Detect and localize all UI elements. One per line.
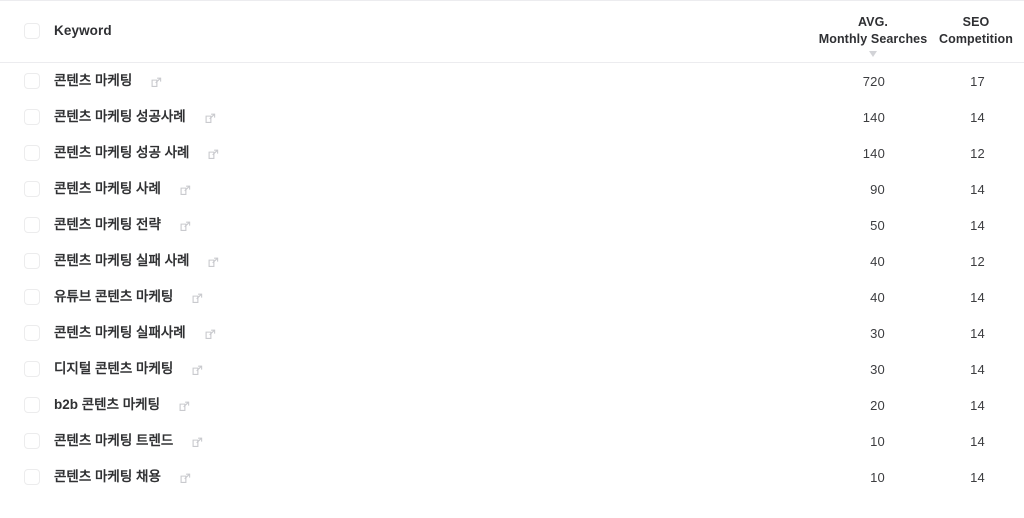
- seo-competition-cell: 14: [970, 433, 985, 449]
- row-select-checkbox[interactable]: [24, 325, 40, 341]
- seo-competition-cell: 17: [970, 73, 985, 89]
- row-select-checkbox[interactable]: [24, 289, 40, 305]
- keyword-results-table: Keyword AVG. Monthly Searches SEO Compet…: [0, 0, 1024, 495]
- table-row: 콘텐츠 마케팅 720 17: [0, 63, 1024, 99]
- keyword-label: 콘텐츠 마케팅 성공사례: [54, 109, 186, 125]
- keyword-label: 콘텐츠 마케팅 트렌드: [54, 433, 174, 449]
- keyword-label: 콘텐츠 마케팅: [54, 73, 133, 89]
- external-link-icon[interactable]: [192, 437, 203, 448]
- seo-competition-label-line1: SEO: [962, 15, 990, 29]
- keyword-label: 디지털 콘텐츠 마케팅: [54, 361, 174, 377]
- avg-monthly-searches-cell: 10: [870, 433, 885, 449]
- table-row: 콘텐츠 마케팅 전략 50 14: [0, 207, 1024, 243]
- keyword-label: 콘텐츠 마케팅 실패 사례: [54, 253, 190, 269]
- keyword-column-label: Keyword: [54, 23, 112, 39]
- keyword-cell: 디지털 콘텐츠 마케팅: [24, 351, 203, 387]
- row-select-checkbox[interactable]: [24, 433, 40, 449]
- keyword-cell: 콘텐츠 마케팅: [24, 63, 162, 99]
- table-row: b2b 콘텐츠 마케팅 20 14: [0, 387, 1024, 423]
- seo-competition-cell: 14: [970, 289, 985, 305]
- seo-competition-cell: 14: [970, 361, 985, 377]
- seo-competition-cell: 14: [970, 469, 985, 485]
- table-row: 콘텐츠 마케팅 성공 사례 140 12: [0, 135, 1024, 171]
- external-link-icon[interactable]: [180, 221, 191, 232]
- table-body: 콘텐츠 마케팅 720 17 콘텐츠 마케팅 성공사례 140 14 콘텐츠 마…: [0, 63, 1024, 495]
- external-link-icon[interactable]: [192, 365, 203, 376]
- table-row: 유튜브 콘텐츠 마케팅 40 14: [0, 279, 1024, 315]
- external-link-icon[interactable]: [208, 257, 219, 268]
- seo-competition-cell: 14: [970, 397, 985, 413]
- row-select-checkbox[interactable]: [24, 73, 40, 89]
- avg-monthly-searches-cell: 10: [870, 469, 885, 485]
- seo-competition-cell: 14: [970, 181, 985, 197]
- external-link-icon[interactable]: [180, 473, 191, 484]
- seo-competition-column-header[interactable]: SEO Competition: [926, 14, 1024, 48]
- external-link-icon[interactable]: [151, 77, 162, 88]
- caret-down-icon[interactable]: [869, 51, 877, 57]
- table-row: 콘텐츠 마케팅 채용 10 14: [0, 459, 1024, 495]
- avg-monthly-searches-cell: 140: [862, 145, 885, 161]
- external-link-icon[interactable]: [180, 185, 191, 196]
- row-select-checkbox[interactable]: [24, 253, 40, 269]
- table-row: 콘텐츠 마케팅 실패 사례 40 12: [0, 243, 1024, 279]
- row-select-checkbox[interactable]: [24, 109, 40, 125]
- row-select-checkbox[interactable]: [24, 181, 40, 197]
- table-row: 콘텐츠 마케팅 트렌드 10 14: [0, 423, 1024, 459]
- table-row: 디지털 콘텐츠 마케팅 30 14: [0, 351, 1024, 387]
- table-row: 콘텐츠 마케팅 사례 90 14: [0, 171, 1024, 207]
- avg-monthly-searches-cell: 20: [870, 397, 885, 413]
- avg-monthly-searches-cell: 30: [870, 361, 885, 377]
- keyword-label: 콘텐츠 마케팅 성공 사례: [54, 145, 190, 161]
- seo-competition-cell: 12: [970, 253, 985, 269]
- row-select-checkbox[interactable]: [24, 217, 40, 233]
- table-row: 콘텐츠 마케팅 실패사례 30 14: [0, 315, 1024, 351]
- keyword-label: 콘텐츠 마케팅 실패사례: [54, 325, 186, 341]
- keyword-cell: 콘텐츠 마케팅 채용: [24, 459, 191, 495]
- seo-competition-cell: 14: [970, 217, 985, 233]
- row-select-checkbox[interactable]: [24, 397, 40, 413]
- avg-monthly-searches-cell: 30: [870, 325, 885, 341]
- keyword-cell: b2b 콘텐츠 마케팅: [24, 387, 190, 423]
- table-row: 콘텐츠 마케팅 성공사례 140 14: [0, 99, 1024, 135]
- avg-monthly-searches-cell: 40: [870, 253, 885, 269]
- keyword-label: 콘텐츠 마케팅 채용: [54, 469, 161, 485]
- row-select-checkbox[interactable]: [24, 361, 40, 377]
- external-link-icon[interactable]: [192, 293, 203, 304]
- keyword-cell: 콘텐츠 마케팅 성공사례: [24, 99, 216, 135]
- table-header-row: Keyword AVG. Monthly Searches SEO Compet…: [0, 1, 1024, 63]
- external-link-icon[interactable]: [179, 401, 190, 412]
- keyword-cell: 콘텐츠 마케팅 전략: [24, 207, 191, 243]
- keyword-cell: 콘텐츠 마케팅 사례: [24, 171, 191, 207]
- seo-competition-label-line2: Competition: [938, 32, 1013, 46]
- avg-monthly-searches-cell: 50: [870, 217, 885, 233]
- external-link-icon[interactable]: [205, 113, 216, 124]
- keyword-cell: 콘텐츠 마케팅 실패 사례: [24, 243, 219, 279]
- avg-monthly-searches-cell: 40: [870, 289, 885, 305]
- keyword-column-header[interactable]: Keyword: [24, 23, 112, 39]
- keyword-cell: 콘텐츠 마케팅 실패사례: [24, 315, 216, 351]
- external-link-icon[interactable]: [208, 149, 219, 160]
- row-select-checkbox[interactable]: [24, 145, 40, 161]
- select-all-checkbox[interactable]: [24, 23, 40, 39]
- seo-competition-cell: 12: [970, 145, 985, 161]
- row-select-checkbox[interactable]: [24, 469, 40, 485]
- external-link-icon[interactable]: [205, 329, 216, 340]
- seo-competition-cell: 14: [970, 109, 985, 125]
- avg-monthly-searches-cell: 90: [870, 181, 885, 197]
- keyword-label: 콘텐츠 마케팅 사례: [54, 181, 161, 197]
- keyword-cell: 유튜브 콘텐츠 마케팅: [24, 279, 203, 315]
- keyword-label: 유튜브 콘텐츠 마케팅: [54, 289, 174, 305]
- seo-competition-cell: 14: [970, 325, 985, 341]
- keyword-cell: 콘텐츠 마케팅 성공 사례: [24, 135, 219, 171]
- keyword-cell: 콘텐츠 마케팅 트렌드: [24, 423, 203, 459]
- avg-monthly-searches-cell: 720: [862, 73, 885, 89]
- avg-monthly-searches-cell: 140: [862, 109, 885, 125]
- keyword-label: b2b 콘텐츠 마케팅: [54, 397, 161, 413]
- keyword-label: 콘텐츠 마케팅 전략: [54, 217, 161, 233]
